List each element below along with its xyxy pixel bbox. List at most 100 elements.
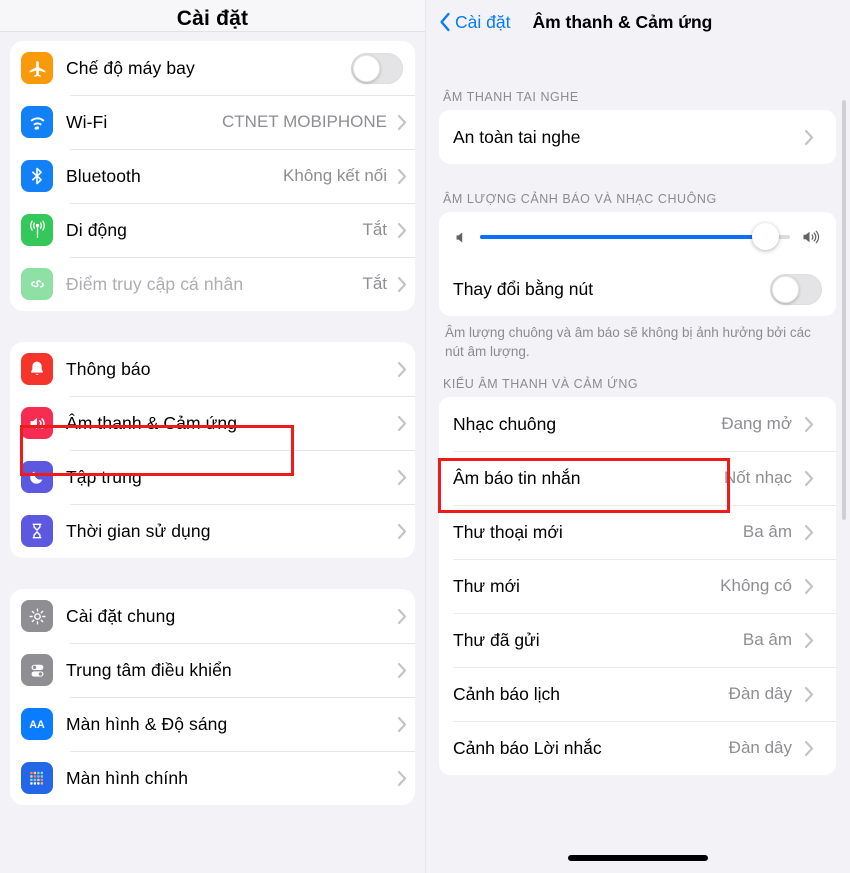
sidebar-item-general[interactable]: Cài đặt chung: [10, 589, 415, 643]
back-button[interactable]: Cài đặt: [439, 12, 510, 33]
row-label: Cảnh báo lịch: [453, 683, 561, 704]
section-header: KIỂU ÂM THANH VÀ CẢM ỨNG: [443, 377, 639, 391]
chevron-right-icon: [800, 129, 822, 146]
chevron-right-icon: [800, 632, 822, 649]
chevron-right-icon: [800, 686, 822, 703]
slider-knob[interactable]: [752, 223, 780, 250]
chevron-right-icon: [393, 608, 415, 625]
sidebar-item-home-screen[interactable]: Màn hình chính: [10, 751, 415, 805]
sidebar-item-label: Bluetooth: [66, 165, 141, 186]
row-calendar-alerts[interactable]: Cảnh báo lịch Đàn dây: [439, 667, 836, 721]
row-value: Đàn dây: [728, 738, 792, 757]
right-scrollbar[interactable]: [842, 100, 846, 520]
sidebar-item-label: Di động: [66, 219, 128, 240]
row-label: Thay đổi bằng nút: [453, 278, 594, 299]
row-value: Ba âm: [742, 522, 792, 541]
airplane-mode-toggle[interactable]: [351, 52, 403, 84]
sidebar-item-focus[interactable]: Tập trung: [10, 450, 415, 504]
left-scroll-area[interactable]: Chế độ máy bay Wi-Fi CTNET MOBIPHONE Blu…: [0, 41, 425, 873]
nav-bar: Cài đặt Âm thanh & Cảm ứng: [425, 0, 850, 44]
sidebar-item-label: Trung tâm điều khiển: [66, 659, 232, 680]
bluetooth-value: Không kết nối: [283, 166, 387, 185]
row-value: Đang mở: [721, 414, 792, 433]
speaker-low-icon: [453, 229, 470, 246]
row-headphone-safety[interactable]: An toàn tai nghe: [439, 110, 836, 164]
chevron-right-icon: [393, 415, 415, 432]
ringer-volume-slider[interactable]: [480, 222, 790, 252]
sidebar-item-control-center[interactable]: Trung tâm điều khiển: [10, 643, 415, 697]
pane-divider: [425, 0, 426, 873]
sound-icon: [21, 407, 53, 439]
sidebar-item-sounds-haptics[interactable]: Âm thanh & Cảm ứng: [10, 396, 415, 450]
gear-icon: [21, 600, 53, 632]
chevron-right-icon: [393, 276, 415, 293]
row-label: Thư mới: [453, 575, 520, 596]
chevron-right-icon: [393, 716, 415, 733]
sounds-haptics-detail-pane: Cài đặt Âm thanh & Cảm ứng ÂM THANH TAI …: [425, 0, 850, 873]
sidebar-item-label: Tập trung: [66, 466, 142, 487]
chevron-right-icon: [393, 469, 415, 486]
row-label: Thư đã gửi: [453, 629, 540, 650]
chevron-right-icon: [393, 114, 415, 131]
sidebar-item-label: Âm thanh & Cảm ứng: [66, 412, 238, 433]
sidebar-item-airplane-mode[interactable]: Chế độ máy bay: [10, 41, 415, 95]
row-reminder-alerts[interactable]: Cảnh báo Lời nhắc Đàn dây: [439, 721, 836, 775]
row-ringtone[interactable]: Nhạc chuông Đang mở: [439, 397, 836, 451]
back-button-label: Cài đặt: [455, 11, 511, 32]
ringer-volume-slider-row[interactable]: [439, 212, 836, 262]
page-title: Cài đặt: [176, 7, 249, 30]
settings-group-general: Cài đặt chung Trung tâm điều khiển AA Mà…: [10, 589, 415, 805]
sidebar-item-label: Màn hình chính: [66, 767, 189, 788]
toggle-knob: [353, 54, 380, 82]
bell-icon: [21, 353, 53, 385]
row-value: Ba âm: [742, 630, 792, 649]
row-text-tone[interactable]: Âm báo tin nhắn Nốt nhạc: [439, 451, 836, 505]
sidebar-item-screen-time[interactable]: Thời gian sử dụng: [10, 504, 415, 558]
chevron-right-icon: [800, 578, 822, 595]
hotspot-icon: [21, 268, 53, 300]
row-label: An toàn tai nghe: [453, 126, 581, 147]
dual-phone-screenshot: Cài đặt Chế độ máy bay Wi-Fi CTNET MOBIP…: [0, 0, 850, 873]
row-label: Cảnh báo Lời nhắc: [453, 737, 602, 758]
row-label: Nhạc chuông: [453, 413, 557, 434]
chevron-right-icon: [393, 662, 415, 679]
section-ringer-volume: ÂM LƯỢNG CẢNH BÁO VÀ NHẠC CHUÔNG Thay đổ…: [439, 164, 836, 361]
sidebar-item-display-brightness[interactable]: AA Màn hình & Độ sáng: [10, 697, 415, 751]
change-with-buttons-toggle[interactable]: [770, 273, 822, 305]
control-center-icon: [21, 654, 53, 686]
chevron-right-icon: [393, 523, 415, 540]
sidebar-item-label: Cài đặt chung: [66, 605, 176, 626]
section-header: ÂM LƯỢNG CẢNH BÁO VÀ NHẠC CHUÔNG: [443, 192, 717, 206]
settings-group-connectivity: Chế độ máy bay Wi-Fi CTNET MOBIPHONE Blu…: [10, 41, 415, 311]
row-sent-mail[interactable]: Thư đã gửi Ba âm: [439, 613, 836, 667]
chevron-right-icon: [800, 740, 822, 757]
sidebar-item-cellular[interactable]: Di động Tắt: [10, 203, 415, 257]
sidebar-item-personal-hotspot[interactable]: Điểm truy cập cá nhân Tắt: [10, 257, 415, 311]
chevron-right-icon: [393, 770, 415, 787]
moon-icon: [21, 461, 53, 493]
wifi-icon: [21, 106, 53, 138]
cellular-icon: [21, 214, 53, 246]
chevron-right-icon: [800, 416, 822, 433]
row-new-mail[interactable]: Thư mới Không có: [439, 559, 836, 613]
right-scroll-area[interactable]: ÂM THANH TAI NGHE An toàn tai nghe ÂM LƯ…: [425, 44, 850, 873]
sidebar-item-bluetooth[interactable]: Bluetooth Không kết nối: [10, 149, 415, 203]
section-headphone-audio: ÂM THANH TAI NGHE An toàn tai nghe: [439, 44, 836, 164]
section-footnote: Âm lượng chuông và âm báo sẽ không bị ản…: [445, 325, 811, 359]
section-header: ÂM THANH TAI NGHE: [443, 90, 579, 104]
sidebar-item-wifi[interactable]: Wi-Fi CTNET MOBIPHONE: [10, 95, 415, 149]
left-title-bar: Cài đặt: [0, 0, 425, 32]
chevron-left-icon: [439, 12, 455, 32]
chevron-right-icon: [800, 470, 822, 487]
row-change-with-buttons[interactable]: Thay đổi bằng nút: [439, 262, 836, 316]
sidebar-item-label: Màn hình & Độ sáng: [66, 713, 228, 734]
sidebar-item-notifications[interactable]: Thông báo: [10, 342, 415, 396]
home-screen-icon: [21, 762, 53, 794]
section-card: An toàn tai nghe: [439, 110, 836, 164]
row-value: Đàn dây: [728, 684, 792, 703]
row-new-voicemail[interactable]: Thư thoại mới Ba âm: [439, 505, 836, 559]
section-card: Nhạc chuông Đang mở Âm báo tin nhắn Nốt …: [439, 397, 836, 775]
sidebar-item-label: Điểm truy cập cá nhân: [66, 273, 244, 294]
row-value: Nốt nhạc: [723, 468, 792, 487]
sidebar-item-label: Wi-Fi: [66, 111, 108, 132]
